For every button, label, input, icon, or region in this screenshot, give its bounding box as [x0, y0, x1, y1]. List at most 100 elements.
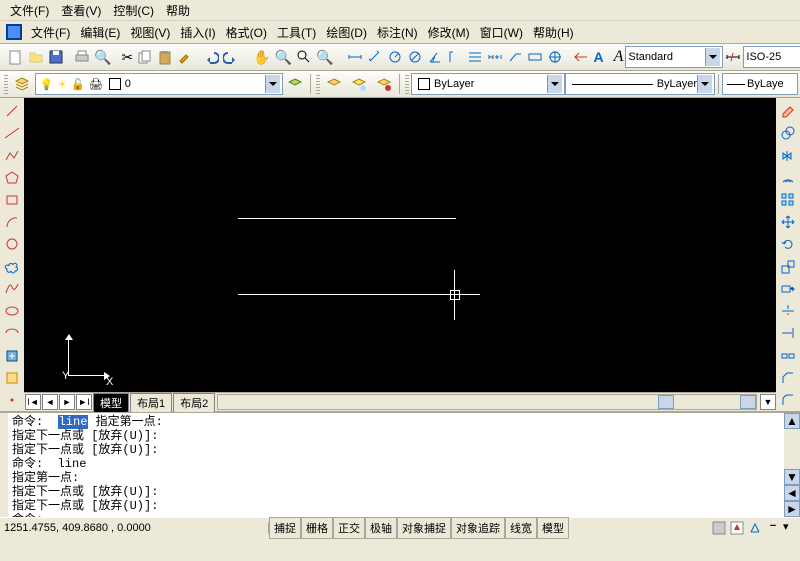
- copy-obj-icon[interactable]: [776, 123, 800, 143]
- linetype-dropdown[interactable]: ByLayer: [565, 73, 715, 95]
- dimstyle-icon[interactable]: [724, 45, 742, 69]
- scroll-down-icon[interactable]: ▼: [784, 469, 800, 485]
- tab-next-icon[interactable]: ►: [59, 394, 75, 410]
- open-icon[interactable]: [27, 45, 45, 69]
- line-icon[interactable]: [0, 101, 24, 121]
- tab-first-icon[interactable]: I◄: [25, 394, 41, 410]
- scale-icon[interactable]: [776, 257, 800, 277]
- copy-icon[interactable]: [136, 45, 154, 69]
- pline-icon[interactable]: [0, 145, 24, 165]
- layer-iso-icon[interactable]: [348, 72, 371, 96]
- command-history[interactable]: 命令: line 指定第一点: 指定下一点或 [放弃(U)]: 指定下一点或 […: [8, 413, 784, 517]
- dim-ang-icon[interactable]: [426, 45, 444, 69]
- lwt-toggle[interactable]: 线宽: [505, 517, 537, 539]
- cut-icon[interactable]: ✂: [120, 45, 134, 69]
- menu-format[interactable]: 格式(O): [221, 22, 272, 43]
- scroll-track[interactable]: [784, 429, 800, 469]
- tab-layout1[interactable]: 布局1: [130, 393, 172, 412]
- chamfer-icon[interactable]: [776, 368, 800, 388]
- cmd-scroll[interactable]: ▲ ▼ ◄ ►: [784, 413, 800, 517]
- scroll-right-icon[interactable]: [740, 395, 756, 409]
- ellipse-arc-icon[interactable]: [0, 323, 24, 343]
- mirror-icon[interactable]: [776, 145, 800, 165]
- dim-ord-icon[interactable]: [446, 45, 464, 69]
- menu-modify[interactable]: 修改(M): [423, 22, 475, 43]
- textstyle-a-icon[interactable]: A: [613, 45, 625, 69]
- menu-draw[interactable]: 绘图(D): [321, 22, 372, 43]
- xline-icon[interactable]: [0, 123, 24, 143]
- status-tray-icon[interactable]: ▾: [783, 520, 799, 536]
- menu-file[interactable]: 文件(F): [4, 0, 55, 21]
- dropdown-arrow-icon[interactable]: [705, 48, 720, 66]
- scroll-thumb[interactable]: [658, 395, 674, 409]
- point-icon[interactable]: [0, 390, 24, 410]
- grip[interactable]: [4, 74, 8, 94]
- coordinate-display[interactable]: 1251.4755, 409.8680 , 0.0000: [0, 522, 269, 534]
- print-icon[interactable]: [73, 45, 91, 69]
- layer-manager-icon[interactable]: [11, 72, 34, 96]
- paste-icon[interactable]: [156, 45, 174, 69]
- array-icon[interactable]: [776, 190, 800, 210]
- zoom-win-icon[interactable]: [295, 45, 313, 69]
- break-icon[interactable]: [776, 345, 800, 365]
- menu-view[interactable]: 查看(V): [55, 0, 107, 21]
- dim-edit-icon[interactable]: [572, 45, 590, 69]
- layer-prev-icon[interactable]: [284, 72, 307, 96]
- insert-block-icon[interactable]: [0, 345, 24, 365]
- status-icon[interactable]: [729, 520, 745, 536]
- leader-icon[interactable]: [506, 45, 524, 69]
- stretch-icon[interactable]: [776, 279, 800, 299]
- h-scrollbar[interactable]: [217, 394, 757, 410]
- menu-file[interactable]: 文件(F): [26, 22, 75, 43]
- menu-control[interactable]: 控制(C): [107, 0, 160, 21]
- erase-icon[interactable]: [776, 101, 800, 121]
- redo-icon[interactable]: [222, 45, 240, 69]
- fillet-icon[interactable]: [776, 390, 800, 410]
- new-icon[interactable]: [7, 45, 25, 69]
- grip[interactable]: [316, 74, 320, 94]
- dim-radius-icon[interactable]: [386, 45, 404, 69]
- menu-window[interactable]: 窗口(W): [475, 22, 528, 43]
- status-icon[interactable]: [747, 520, 763, 536]
- dim-textedit-icon[interactable]: A: [592, 45, 604, 69]
- otrack-toggle[interactable]: 对象追踪: [451, 517, 505, 539]
- dim-style-dropdown[interactable]: ISO-25: [743, 46, 800, 68]
- dim-base-icon[interactable]: [466, 45, 484, 69]
- arc-icon[interactable]: [0, 212, 24, 232]
- center-icon[interactable]: [546, 45, 564, 69]
- zoom-rt-icon[interactable]: 🔍: [274, 45, 293, 69]
- rectangle-icon[interactable]: [0, 190, 24, 210]
- status-minus-icon[interactable]: −: [765, 520, 781, 536]
- circle-icon[interactable]: [0, 234, 24, 254]
- layer-dropdown[interactable]: 💡 ☀ 🔓 🖨 0: [35, 73, 283, 95]
- rotate-icon[interactable]: [776, 234, 800, 254]
- grid-toggle[interactable]: 栅格: [301, 517, 333, 539]
- menu-help[interactable]: 帮助: [160, 0, 196, 21]
- model-toggle[interactable]: 模型: [537, 517, 569, 539]
- tab-last-icon[interactable]: ►I: [76, 394, 92, 410]
- menu-view[interactable]: 视图(V): [125, 22, 175, 43]
- osnap-toggle[interactable]: 对象捕捉: [397, 517, 451, 539]
- text-style-dropdown[interactable]: Standard: [625, 46, 723, 68]
- tab-prev-icon[interactable]: ◄: [42, 394, 58, 410]
- dropdown-arrow-icon[interactable]: [697, 75, 712, 93]
- scroll-up-icon[interactable]: ▲: [784, 413, 800, 429]
- scroll-down-icon[interactable]: ▼: [760, 394, 776, 410]
- menu-edit[interactable]: 编辑(E): [75, 22, 125, 43]
- dropdown-arrow-icon[interactable]: [547, 75, 562, 93]
- move-icon[interactable]: [776, 212, 800, 232]
- dim-linear-icon[interactable]: [346, 45, 364, 69]
- pan-icon[interactable]: ✋: [252, 45, 271, 69]
- layer-filter-icon[interactable]: [373, 72, 396, 96]
- revcloud-icon[interactable]: [0, 257, 24, 277]
- layer-states-icon[interactable]: [323, 72, 346, 96]
- extend-icon[interactable]: [776, 323, 800, 343]
- dropdown-arrow-icon[interactable]: [265, 75, 280, 93]
- save-icon[interactable]: [47, 45, 65, 69]
- menu-tools[interactable]: 工具(T): [272, 22, 321, 43]
- ortho-toggle[interactable]: 正交: [333, 517, 365, 539]
- status-icon[interactable]: [711, 520, 727, 536]
- dim-cont-icon[interactable]: [486, 45, 504, 69]
- color-dropdown[interactable]: ByLayer: [411, 73, 565, 95]
- menu-insert[interactable]: 插入(I): [175, 22, 220, 43]
